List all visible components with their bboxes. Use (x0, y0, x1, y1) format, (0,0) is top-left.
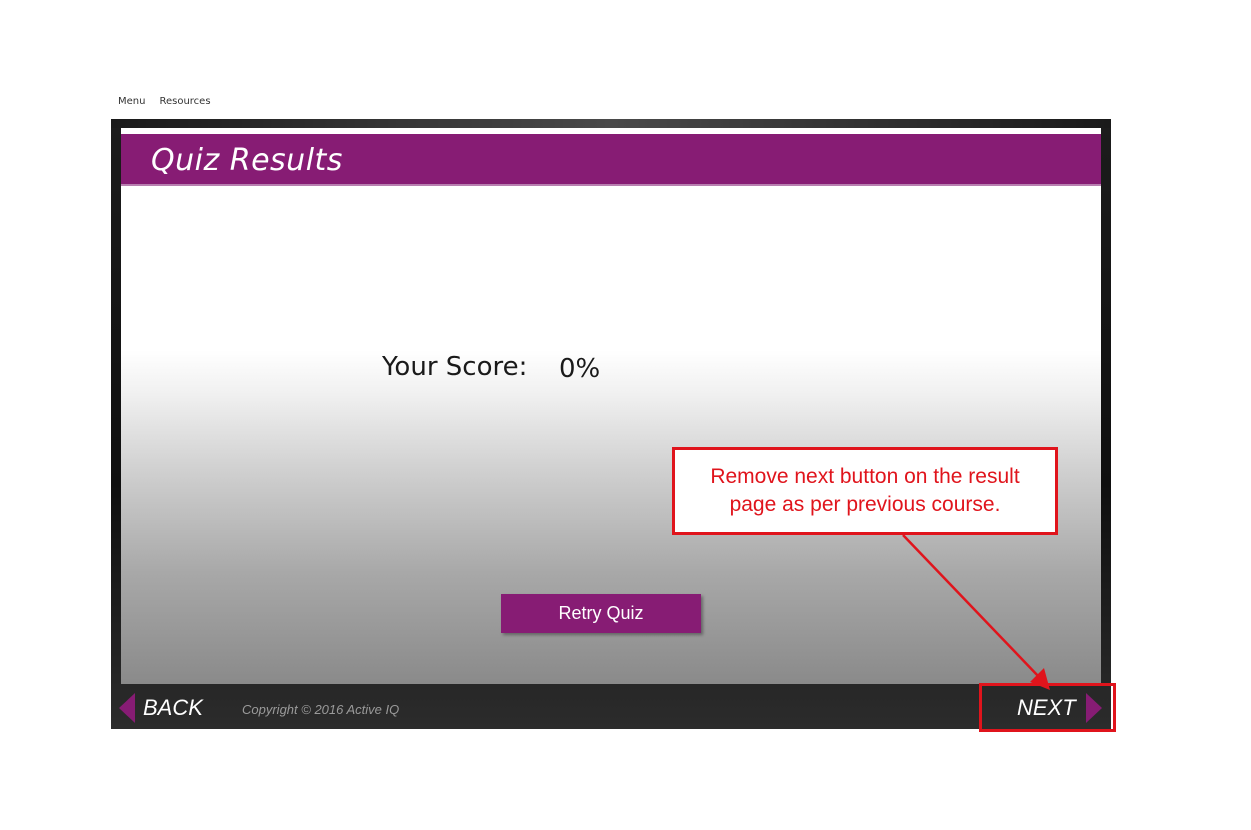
slide-content: Quiz Results Your Score: 0% Retry Quiz (121, 128, 1101, 684)
triangle-left-icon (119, 693, 135, 723)
score-label: Your Score: (382, 352, 528, 382)
page-title: Quiz Results (151, 143, 343, 178)
resources-link[interactable]: Resources (159, 96, 210, 107)
copyright-text: Copyright © 2016 Active IQ (242, 702, 400, 717)
annotation-highlight-box (979, 683, 1116, 732)
course-player: Quiz Results Your Score: 0% Retry Quiz B… (111, 119, 1111, 729)
top-links: Menu Resources (118, 96, 211, 107)
annotation-callout-text: Remove next button on the result page as… (710, 465, 1020, 516)
page: Menu Resources Quiz Results Your Score: … (0, 0, 1251, 830)
back-label: BACK (143, 695, 203, 720)
retry-quiz-button[interactable]: Retry Quiz (501, 594, 701, 633)
back-button[interactable]: BACK (119, 693, 203, 723)
menu-link[interactable]: Menu (118, 96, 145, 107)
player-top-edge (111, 119, 1111, 128)
title-bar: Quiz Results (121, 134, 1101, 186)
annotation-callout: Remove next button on the result page as… (672, 447, 1058, 535)
score-value: 0% (559, 354, 601, 384)
